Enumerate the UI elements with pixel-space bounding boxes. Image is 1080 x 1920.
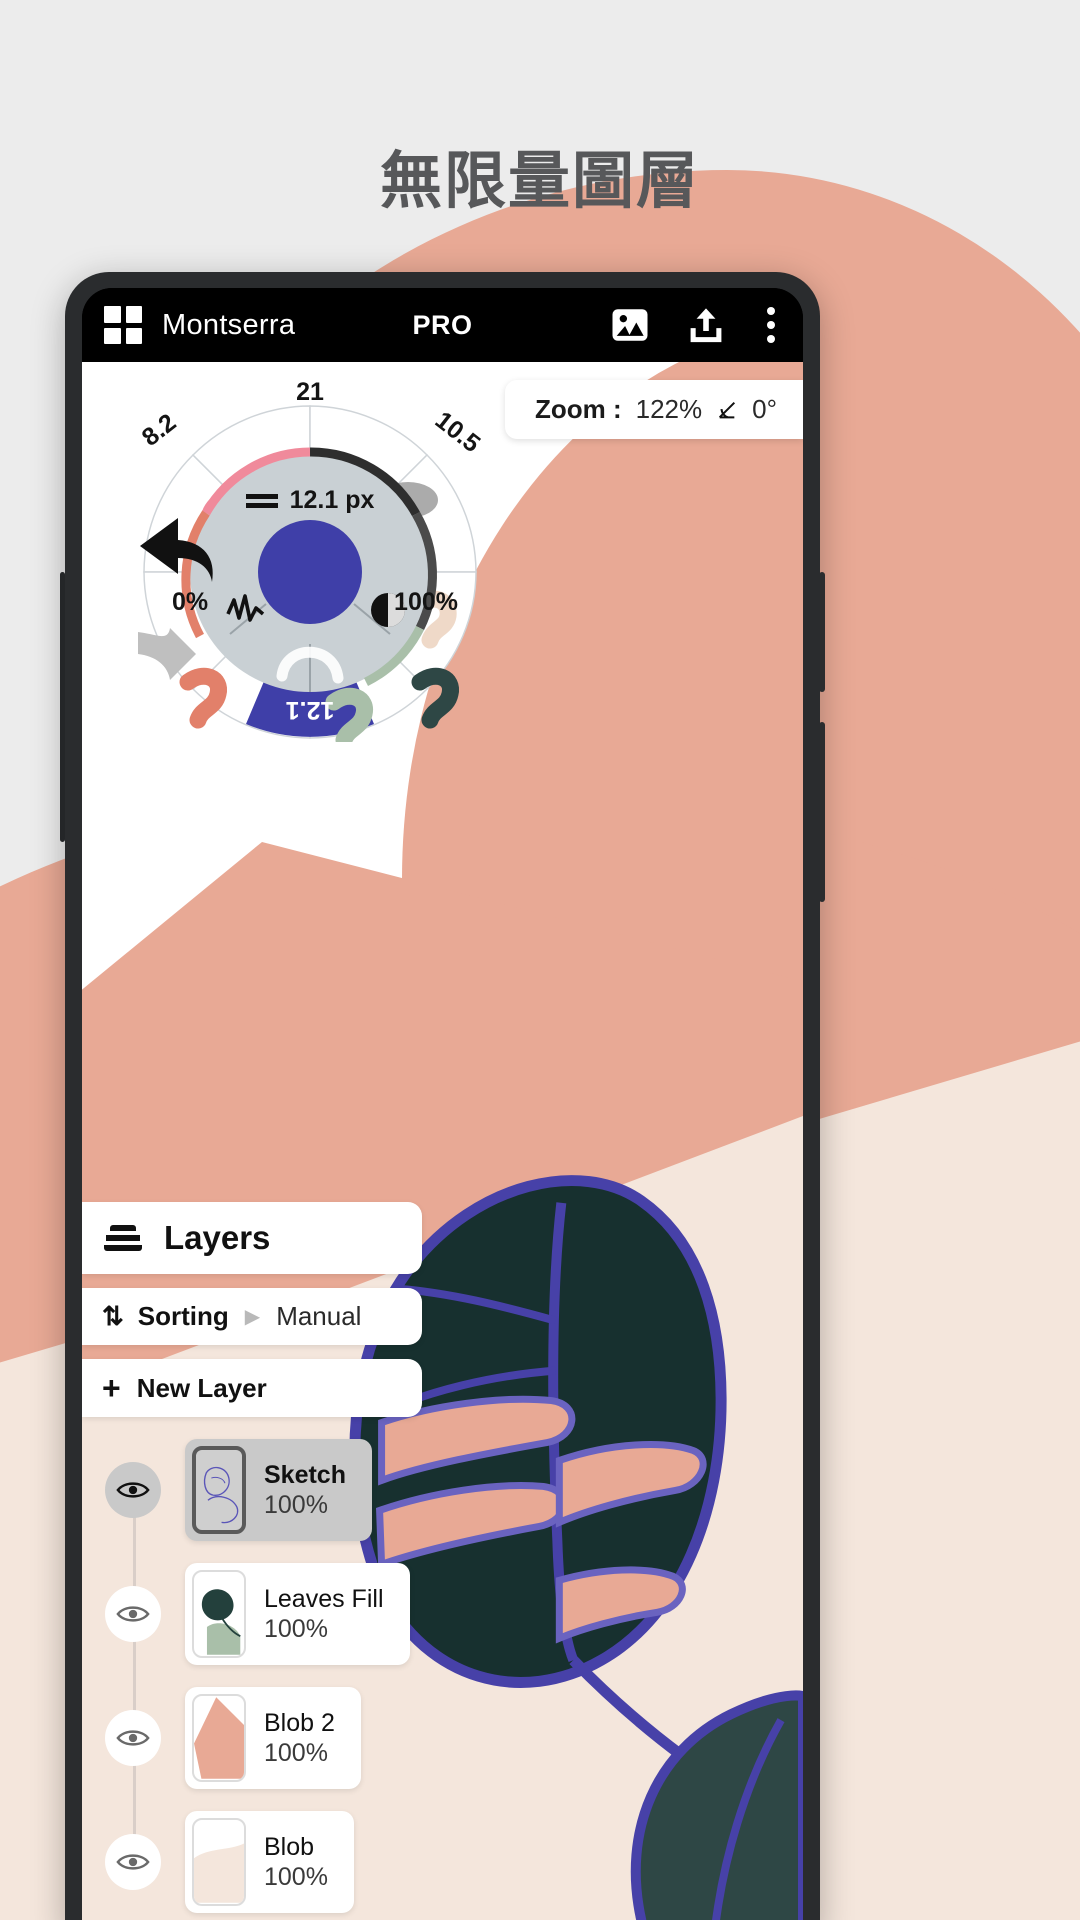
layer-card[interactable]: Sketch 100% [185,1439,372,1541]
rotation-value: 0° [752,394,777,424]
sort-arrows-icon: ⇅ [102,1301,124,1331]
brush-size-value: 12.1 px [289,486,375,514]
layers-title-chip[interactable]: Layers [82,1202,422,1274]
more-vertical-icon[interactable] [761,307,781,343]
new-layer-button[interactable]: + New Layer [82,1359,422,1417]
phone-screen: Montserra PRO Zoom: 122% 0° 12.1 px 8.2… [82,288,803,1920]
layer-name: Blob 2 [264,1708,335,1737]
table-row[interactable]: Sketch 100% [82,1439,422,1541]
grid-menu-icon[interactable] [104,306,142,344]
brush-size-top[interactable]: 21 [120,378,500,407]
layer-thumbnail [192,1694,246,1782]
table-row[interactable]: Leaves Fill 100% [82,1563,422,1665]
brush-selected-size: 12.1 [285,696,335,724]
layer-thumbnail [192,1570,246,1658]
layer-card[interactable]: Blob 2 100% [185,1687,361,1789]
brush-max-percent: 100% [394,588,458,616]
new-layer-label: New Layer [136,1372,267,1403]
layer-list: Sketch 100% Leaves Fill 100% Blob 2 100%… [82,1439,422,1913]
layer-thumbnail [192,1818,246,1906]
thickness-icon [245,493,278,508]
layer-name: Blob [264,1832,315,1861]
chevron-right-icon: ▶ [244,1306,261,1328]
zoom-label: Zoom : [534,394,622,424]
layer-name: Leaves Fill [264,1584,384,1613]
brush-min-percent: 0% [172,588,209,616]
layer-visibility-toggle[interactable] [105,1586,161,1642]
layers-panel: Layers ⇅ Sorting ▶ Manual + New Layer Sk… [82,1202,422,1920]
phone-mockup: Montserra PRO Zoom: 122% 0° 12.1 px 8.2… [60,272,825,1920]
layer-visibility-toggle[interactable] [105,1462,161,1518]
eye-icon [116,1606,150,1622]
layer-opacity: 100% [264,1491,328,1519]
table-row[interactable]: Blob 2 100% [82,1687,422,1789]
sorting-label: Sorting [137,1301,229,1331]
phone-left-button [60,572,65,842]
layer-thumbnail [192,1446,246,1534]
app-toolbar: Montserra PRO [82,288,803,362]
eye-icon [116,1730,150,1746]
image-icon[interactable] [609,304,651,346]
layer-name: Sketch [264,1460,346,1489]
phone-power-button [819,722,825,902]
zoom-value: 122% [635,394,703,424]
layer-visibility-toggle[interactable] [105,1834,161,1890]
layers-stack-icon [104,1223,142,1253]
layer-visibility-toggle[interactable] [105,1710,161,1766]
layer-opacity: 100% [264,1615,328,1643]
drawing-canvas[interactable]: Zoom : 122% 0° 12.1 px 8.2 21 10.5 0% 10… [82,362,803,1920]
layer-card[interactable]: Leaves Fill 100% [185,1563,410,1665]
brush-size-readout: 12.1 px [120,486,500,515]
sorting-value: Manual [276,1301,362,1331]
angle-icon [719,401,736,418]
layer-opacity: 100% [264,1739,328,1767]
layer-card[interactable]: Blob 100% [185,1811,354,1913]
app-title: Montserra [162,308,296,341]
eye-icon [116,1854,150,1870]
upload-icon[interactable] [685,304,727,346]
zoom-indicator-panel[interactable]: Zoom : 122% 0° [504,380,803,439]
phone-volume-button [819,572,825,692]
page-headline: 無限量圖層 [379,147,700,216]
layer-opacity: 100% [264,1863,328,1891]
eye-icon [116,1482,150,1498]
sorting-chip[interactable]: ⇅ Sorting ▶ Manual [82,1288,422,1345]
table-row[interactable]: Blob 100% [82,1811,422,1913]
layers-title: Layers [164,1219,271,1256]
pro-badge: PRO [412,309,473,340]
brush-radial-menu[interactable]: 12.1 px 8.2 21 10.5 0% 100% 12.1 [120,378,500,742]
plus-icon: + [102,1370,121,1406]
